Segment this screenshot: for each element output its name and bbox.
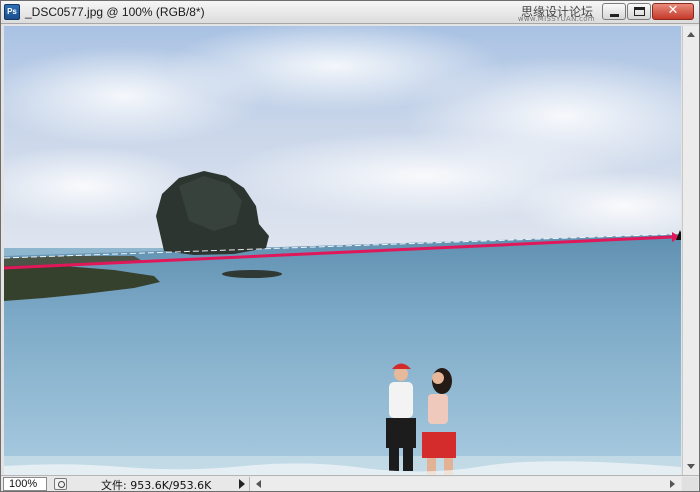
title-bar[interactable]: Ps _DSC0577.jpg @ 100% (RGB/8*) 思缘设计论坛 w… bbox=[1, 1, 699, 24]
vertical-scrollbar[interactable] bbox=[682, 26, 699, 475]
scroll-up-icon[interactable] bbox=[687, 32, 695, 37]
photoshop-app-icon[interactable]: Ps bbox=[4, 4, 20, 20]
status-bar: 100% 文件: 953.6K/953.6K bbox=[1, 475, 699, 492]
horizontal-scrollbar[interactable] bbox=[249, 477, 681, 491]
scrollbar-corner bbox=[682, 477, 698, 491]
scroll-left-icon[interactable] bbox=[256, 480, 261, 488]
watermark-url: www.MISSYUAN.com bbox=[517, 15, 595, 23]
document-title: _DSC0577.jpg @ 100% (RGB/8*) bbox=[25, 5, 205, 19]
image-canvas[interactable] bbox=[4, 26, 681, 475]
minimize-button[interactable] bbox=[602, 3, 626, 20]
file-size-info: 文件: 953.6K/953.6K bbox=[101, 479, 212, 492]
status-menu-arrow-icon[interactable] bbox=[239, 479, 245, 489]
close-button[interactable]: ✕ bbox=[652, 3, 694, 20]
document-window: Ps _DSC0577.jpg @ 100% (RGB/8*) 思缘设计论坛 w… bbox=[0, 0, 700, 492]
status-info-icon[interactable] bbox=[54, 478, 67, 490]
close-icon: ✕ bbox=[667, 3, 679, 18]
maximize-icon bbox=[634, 7, 645, 16]
scroll-right-icon[interactable] bbox=[670, 480, 675, 488]
scroll-down-icon[interactable] bbox=[687, 464, 695, 469]
maximize-button[interactable] bbox=[627, 3, 651, 20]
beach-photo bbox=[4, 26, 681, 475]
minimize-icon bbox=[610, 14, 619, 17]
zoom-level-field[interactable]: 100% bbox=[3, 477, 47, 491]
